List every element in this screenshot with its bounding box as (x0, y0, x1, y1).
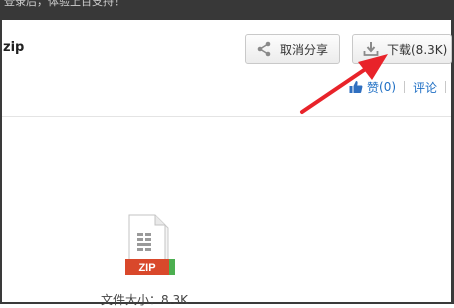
separator (404, 81, 406, 93)
zip-badge-text: ZIP (138, 262, 155, 274)
separator (445, 81, 447, 93)
window-frame-left (0, 20, 2, 304)
share-icon (257, 41, 271, 57)
download-label: 下载(8.3K) (387, 42, 448, 57)
top-toolbar-text: 登录后，体验上百支持！ (4, 0, 125, 8)
file-size: 文件大小：8.3K (101, 293, 188, 307)
zip-file-icon: ZIP (125, 214, 175, 275)
content-divider (2, 116, 451, 117)
red-arrow-annotation (300, 54, 388, 114)
top-toolbar: 登录后，体验上百支持！ (0, 0, 454, 20)
comment-link[interactable]: 评论 (413, 79, 437, 96)
file-title: zip (3, 40, 25, 55)
